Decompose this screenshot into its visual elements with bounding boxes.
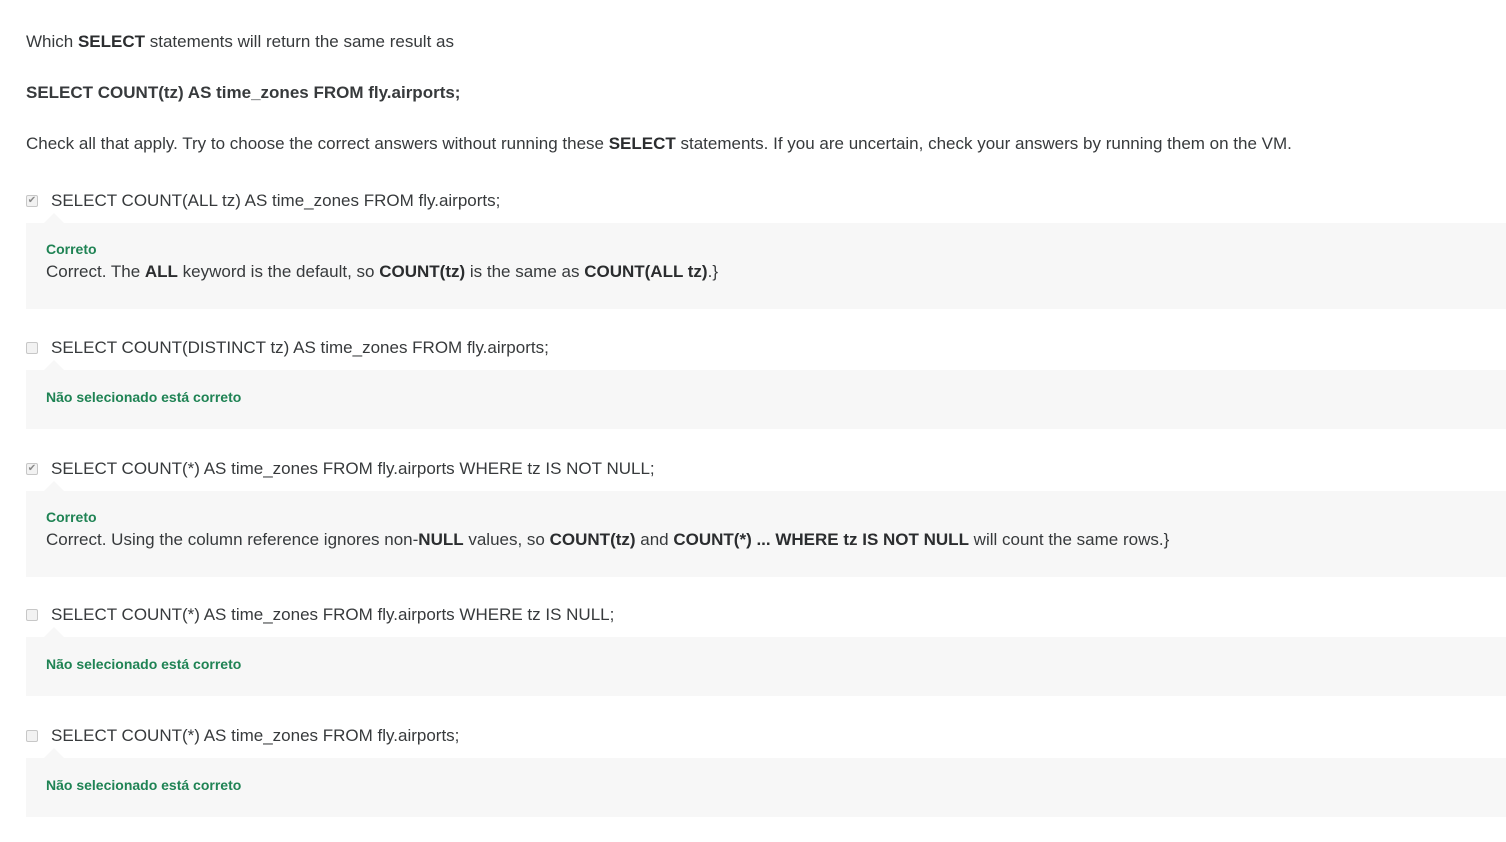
option-row[interactable]: ✔ SELECT COUNT(*) AS time_zones FROM fly… [26, 457, 1506, 481]
explanation-text: is the same as [465, 262, 585, 281]
feedback-explanation: Correct. Using the column reference igno… [46, 527, 1486, 553]
option-feedback: Não selecionado está correto [26, 748, 1506, 817]
option-feedback: Correto Correct. Using the column refere… [26, 481, 1506, 577]
explanation-text: Correct. The [46, 262, 145, 281]
option-checkbox[interactable]: ✔ [26, 463, 38, 475]
instructions-keyword: SELECT [608, 134, 676, 153]
option-label: SELECT COUNT(ALL tz) AS time_zones FROM … [51, 191, 501, 210]
feedback-status: Correto [46, 241, 97, 257]
explanation-keyword: COUNT(ALL tz) [584, 262, 708, 281]
instructions-text: Check all that apply. Try to choose the … [26, 134, 609, 153]
feedback-status: Não selecionado está correto [46, 777, 242, 793]
feedback-status: Não selecionado está correto [46, 389, 242, 405]
option-label: SELECT COUNT(DISTINCT tz) AS time_zones … [51, 338, 549, 357]
explanation-keyword: COUNT(tz) [549, 530, 636, 549]
explanation-keyword: COUNT(*) ... WHERE tz IS NOT NULL [673, 530, 969, 549]
option-feedback: Não selecionado está correto [26, 360, 1506, 429]
checkmark-icon: ✔ [27, 463, 37, 474]
option-row[interactable]: ✔ SELECT COUNT(ALL tz) AS time_zones FRO… [26, 189, 1506, 213]
option-checkbox[interactable] [26, 609, 38, 621]
instructions-text-suffix: statements. If you are uncertain, check … [675, 134, 1292, 153]
explanation-keyword: ALL [144, 262, 178, 281]
question-intro: Which SELECT statements will return the … [26, 30, 454, 54]
explanation-text: values, so [463, 530, 550, 549]
option-feedback: Não selecionado está correto [26, 627, 1506, 696]
answer-option: ✔ SELECT COUNT(ALL tz) AS time_zones FRO… [26, 189, 1506, 309]
option-label: SELECT COUNT(*) AS time_zones FROM fly.a… [51, 726, 460, 745]
question-query: SELECT COUNT(tz) AS time_zones FROM fly.… [26, 83, 461, 102]
option-row[interactable]: SELECT COUNT(DISTINCT tz) AS time_zones … [26, 336, 1506, 360]
explanation-text: and [635, 530, 674, 549]
answer-option: SELECT COUNT(*) AS time_zones FROM fly.a… [26, 603, 1506, 696]
answer-option: ✔ SELECT COUNT(*) AS time_zones FROM fly… [26, 457, 1506, 577]
intro-keyword: SELECT [77, 32, 146, 51]
option-feedback: Correto Correct. The ALL keyword is the … [26, 213, 1506, 309]
answer-option: SELECT COUNT(DISTINCT tz) AS time_zones … [26, 336, 1506, 429]
answer-option: SELECT COUNT(*) AS time_zones FROM fly.a… [26, 724, 1506, 817]
checkmark-icon: ✔ [27, 195, 37, 206]
explanation-keyword: COUNT(tz) [379, 262, 466, 281]
option-label: SELECT COUNT(*) AS time_zones FROM fly.a… [51, 459, 655, 478]
feedback-explanation: Correct. The ALL keyword is the default,… [46, 259, 1486, 285]
explanation-keyword: NULL [418, 530, 464, 549]
option-checkbox[interactable]: ✔ [26, 195, 38, 207]
option-label: SELECT COUNT(*) AS time_zones FROM fly.a… [51, 605, 615, 624]
option-checkbox[interactable] [26, 730, 38, 742]
option-row[interactable]: SELECT COUNT(*) AS time_zones FROM fly.a… [26, 724, 1506, 748]
explanation-text: keyword is the default, so [177, 262, 380, 281]
explanation-text: .} [707, 262, 718, 281]
question-instructions: Check all that apply. Try to choose the … [26, 132, 1292, 156]
option-row[interactable]: SELECT COUNT(*) AS time_zones FROM fly.a… [26, 603, 1506, 627]
intro-text-suffix: statements will return the same result a… [145, 32, 454, 51]
explanation-text: Correct. Using the column reference igno… [46, 530, 419, 549]
intro-text: Which [26, 32, 78, 51]
feedback-status: Correto [46, 509, 97, 525]
option-checkbox[interactable] [26, 342, 38, 354]
feedback-status: Não selecionado está correto [46, 656, 242, 672]
explanation-text: will count the same rows.} [968, 530, 1170, 549]
